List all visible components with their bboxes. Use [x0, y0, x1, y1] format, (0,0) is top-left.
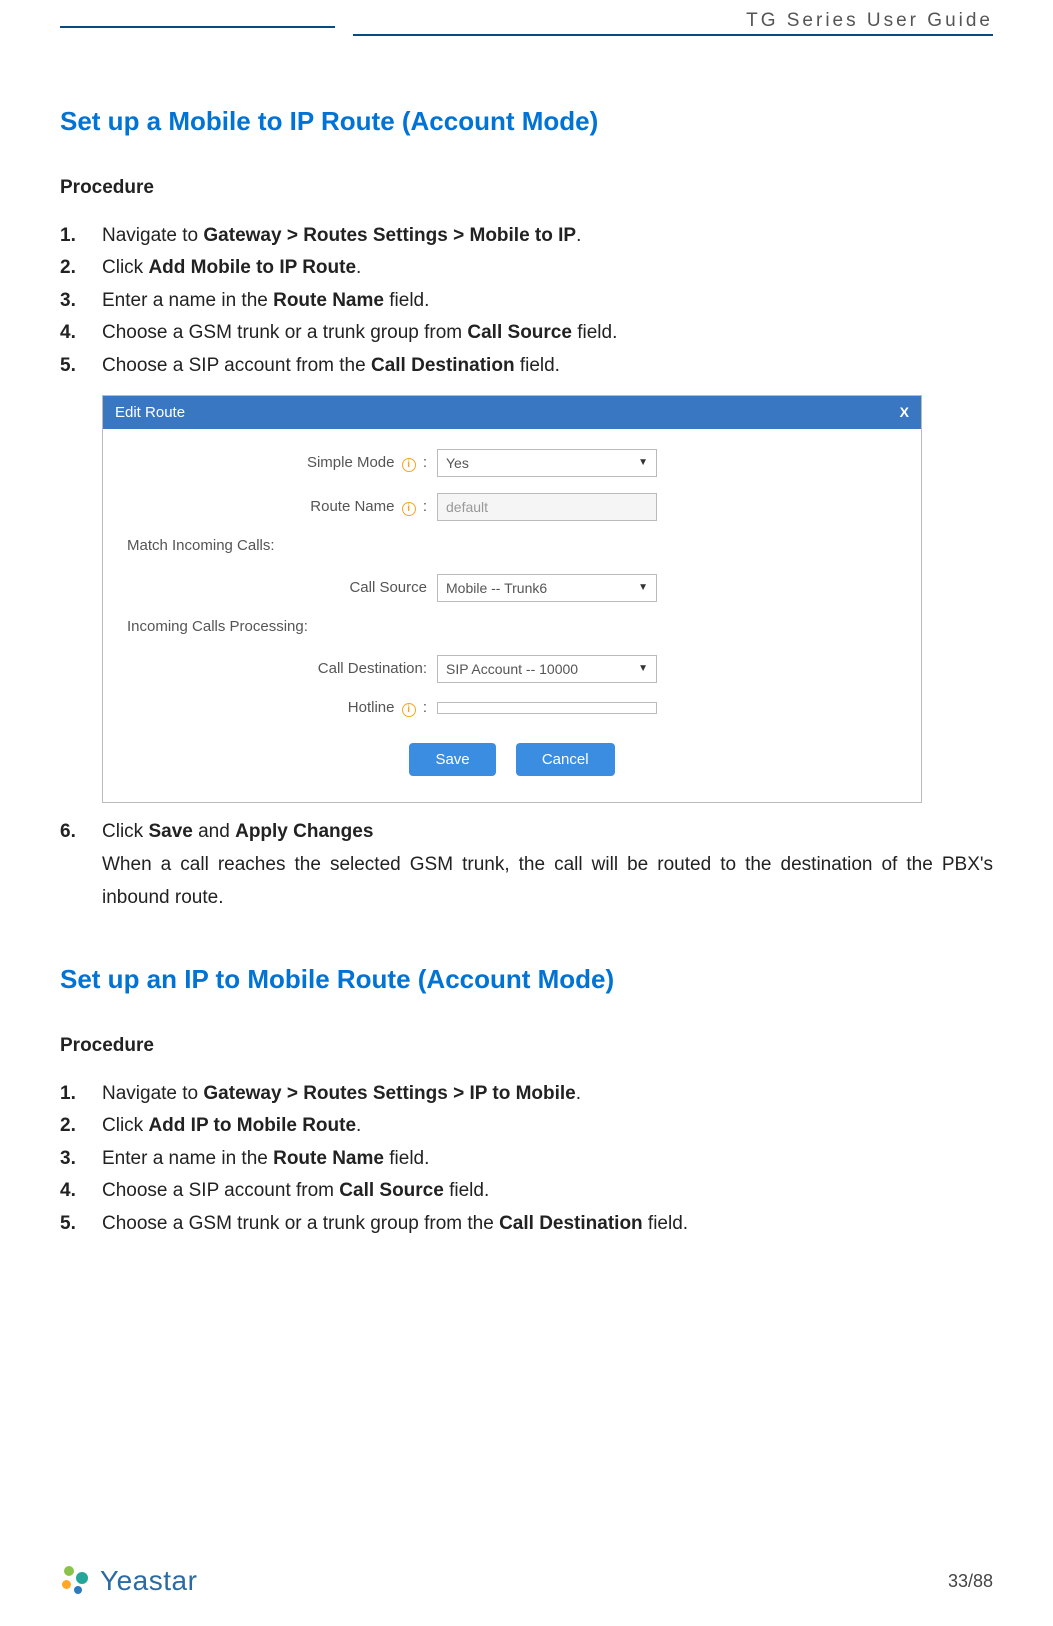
brand-logo: Yeastar [60, 1564, 197, 1598]
page-number: 33/88 [948, 1571, 993, 1592]
call-destination-select[interactable]: SIP Account -- 10000 ▼ [437, 655, 657, 683]
dialog-title: Edit Route [115, 404, 185, 421]
hotline-input[interactable] [437, 702, 657, 714]
logo-icon [60, 1564, 94, 1598]
doc-title: TG Series User Guide [353, 10, 993, 32]
close-icon[interactable]: X [900, 404, 909, 420]
save-button[interactable]: Save [409, 743, 495, 776]
chevron-down-icon: ▼ [638, 582, 648, 593]
s2-step-3: Enter a name in the Route Name field. [60, 1144, 993, 1174]
simple-mode-label: Simple Mode i : [127, 454, 437, 472]
step-6: Click Save and Apply Changes [60, 817, 993, 847]
chevron-down-icon: ▼ [638, 457, 648, 468]
dialog-header: Edit Route X [103, 396, 921, 429]
section1-steps: Navigate to Gateway > Routes Settings > … [60, 221, 993, 381]
section2-steps: Navigate to Gateway > Routes Settings > … [60, 1079, 993, 1239]
incoming-processing-label: Incoming Calls Processing: [127, 618, 897, 635]
match-incoming-label: Match Incoming Calls: [127, 537, 897, 554]
page-footer: Yeastar 33/88 [60, 1564, 993, 1598]
simple-mode-select[interactable]: Yes ▼ [437, 449, 657, 477]
step-1: Navigate to Gateway > Routes Settings > … [60, 221, 993, 251]
step-5: Choose a SIP account from the Call Desti… [60, 351, 993, 381]
info-icon[interactable]: i [402, 703, 416, 717]
header-rule-right [353, 34, 993, 36]
s2-step-5: Choose a GSM trunk or a trunk group from… [60, 1209, 993, 1239]
section2-title: Set up an IP to Mobile Route (Account Mo… [60, 964, 993, 995]
brand-name: Yeastar [100, 1565, 197, 1597]
step-2: Click Add Mobile to IP Route. [60, 253, 993, 283]
procedure-label-1: Procedure [60, 177, 993, 199]
route-name-input[interactable]: default [437, 493, 657, 521]
cancel-button[interactable]: Cancel [516, 743, 615, 776]
procedure-label-2: Procedure [60, 1035, 993, 1057]
call-source-label: Call Source [127, 579, 437, 596]
s2-step-2: Click Add IP to Mobile Route. [60, 1111, 993, 1141]
section1-steps-cont: Click Save and Apply Changes [60, 817, 993, 847]
section1-title: Set up a Mobile to IP Route (Account Mod… [60, 106, 993, 137]
info-icon[interactable]: i [402, 502, 416, 516]
step-3: Enter a name in the Route Name field. [60, 286, 993, 316]
edit-route-dialog: Edit Route X Simple Mode i : Yes ▼ Route… [102, 395, 922, 803]
route-name-label: Route Name i : [127, 498, 437, 516]
chevron-down-icon: ▼ [638, 663, 648, 674]
header-rule-left [60, 26, 335, 28]
s2-step-4: Choose a SIP account from Call Source fi… [60, 1176, 993, 1206]
step-6-note: When a call reaches the selected GSM tru… [60, 849, 993, 914]
s2-step-1: Navigate to Gateway > Routes Settings > … [60, 1079, 993, 1109]
hotline-label: Hotline i : [127, 699, 437, 717]
step-4: Choose a GSM trunk or a trunk group from… [60, 318, 993, 348]
page-header: TG Series User Guide [60, 0, 993, 36]
call-destination-label: Call Destination: [127, 660, 437, 677]
info-icon[interactable]: i [402, 458, 416, 472]
call-source-select[interactable]: Mobile -- Trunk6 ▼ [437, 574, 657, 602]
